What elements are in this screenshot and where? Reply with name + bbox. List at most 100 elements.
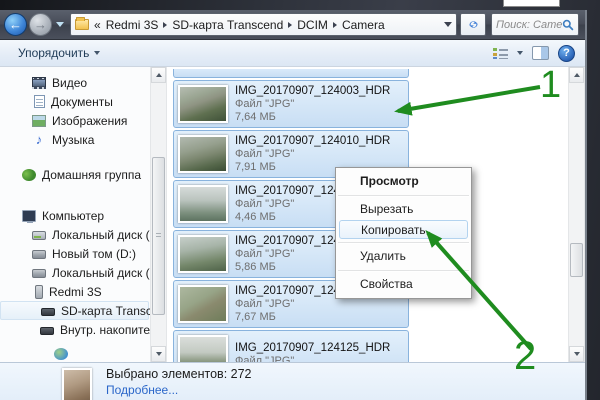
- file-tile[interactable]: IMG_20170907_124125_HDR Файл "JPG": [173, 330, 409, 362]
- navigation-pane: Видео Документы Изображения ♪ Музыка: [0, 67, 150, 362]
- address-dropdown-icon[interactable]: [444, 22, 452, 27]
- menu-separator: [338, 270, 469, 271]
- breadcrumb-item-device[interactable]: Redmi 3S: [106, 18, 159, 32]
- sidebar-item-internal-storage[interactable]: Внутр. накопитель: [0, 320, 150, 339]
- sidebar-spacer: [0, 149, 150, 165]
- sidebar-label: Изображения: [52, 114, 127, 128]
- file-type: Файл "JPG": [235, 298, 390, 310]
- chevron-down-icon: [94, 51, 100, 55]
- file-size: 7,67 МБ: [235, 311, 390, 323]
- breadcrumb[interactable]: « Redmi 3S SD-карта Transcend DCIM Camer…: [70, 13, 457, 36]
- sidebar-label: SD-карта Transcend: [61, 304, 150, 318]
- photo: [64, 370, 90, 400]
- sidebar-label: Документы: [51, 95, 113, 109]
- views-dropdown-icon[interactable]: [517, 51, 523, 55]
- chevron-right-icon[interactable]: [163, 22, 167, 28]
- sidebar-item-computer[interactable]: Компьютер: [0, 206, 150, 225]
- sidebar-item-disk-c[interactable]: Локальный диск (C:): [0, 225, 150, 244]
- scroll-up-button[interactable]: [151, 67, 166, 83]
- desktop-background: ← → « Redmi 3S SD-карта Transcend DCIM C…: [0, 0, 600, 400]
- scroll-down-button[interactable]: [569, 346, 584, 362]
- forward-arrow-icon: →: [34, 17, 47, 32]
- file-type: Файл "JPG": [235, 98, 390, 110]
- sidebar-scrollbar[interactable]: [150, 67, 167, 362]
- menu-item-view[interactable]: Просмотр: [336, 171, 471, 192]
- sidebar-item-music[interactable]: ♪ Музыка: [0, 130, 150, 149]
- refresh-button[interactable]: [460, 13, 486, 36]
- status-bar: Выбрано элементов: 272 Подробнее...: [0, 362, 585, 400]
- preview-pane-button[interactable]: [532, 46, 549, 60]
- help-button[interactable]: ?: [558, 45, 575, 62]
- scroll-up-button[interactable]: [569, 67, 584, 83]
- file-type: Файл "JPG": [235, 148, 390, 160]
- status-text-block: Выбрано элементов: 272 Подробнее...: [106, 367, 252, 397]
- photo-thumbnail: [178, 335, 228, 362]
- selected-count-text: Выбрано элементов: 272: [106, 367, 252, 381]
- scrollbar-thumb[interactable]: [570, 243, 583, 277]
- search-input[interactable]: [496, 19, 562, 31]
- phone-icon: [35, 285, 43, 299]
- breadcrumb-item-sdcard[interactable]: SD-карта Transcend: [172, 18, 283, 32]
- menu-item-copy[interactable]: Копировать: [339, 220, 468, 239]
- computer-icon: [22, 210, 36, 222]
- sidebar-label: Компьютер: [42, 209, 104, 223]
- file-meta: IMG_20170907_124125_HDR Файл "JPG": [235, 342, 390, 363]
- file-tile[interactable]: IMG_20170907_124003_HDR Файл "JPG" 7,64 …: [173, 80, 409, 128]
- file-name: IMG_20170907_124125_HDR: [235, 342, 390, 354]
- sidebar-item-sdcard[interactable]: SD-карта Transcend: [0, 301, 149, 320]
- toolbar-right-group: ?: [493, 45, 575, 62]
- network-icon: [54, 348, 68, 360]
- triangle-down-icon: [574, 352, 580, 356]
- file-tile-partial[interactable]: [173, 69, 409, 78]
- menu-separator: [338, 242, 469, 243]
- sidebar-item-pictures[interactable]: Изображения: [0, 111, 150, 130]
- background-window-fragment: [503, 0, 560, 7]
- context-menu: Просмотр Вырезать Копировать Удалить Сво…: [335, 167, 472, 299]
- scrollbar-track[interactable]: [151, 83, 166, 346]
- chevron-right-icon[interactable]: [333, 22, 337, 28]
- search-box[interactable]: [491, 13, 579, 36]
- document-icon: [34, 95, 45, 108]
- sidebar-item-redmi[interactable]: Redmi 3S: [0, 282, 150, 301]
- drive-icon: [32, 250, 46, 259]
- file-name: IMG_20170907_124010_HDR: [235, 135, 390, 147]
- details-link[interactable]: Подробнее...: [106, 383, 252, 397]
- change-view-button[interactable]: [493, 47, 508, 59]
- chevron-right-icon[interactable]: [288, 22, 292, 28]
- breadcrumb-item-camera[interactable]: Camera: [342, 18, 385, 32]
- explorer-window: ← → « Redmi 3S SD-карта Transcend DCIM C…: [0, 10, 587, 400]
- file-meta: IMG_20170907_124003_HDR Файл "JPG" 7,64 …: [235, 85, 390, 123]
- sidebar-label: Внутр. накопитель: [60, 323, 150, 337]
- film-icon: [32, 77, 46, 89]
- menu-item-delete[interactable]: Удалить: [336, 246, 471, 267]
- sidebar-item-documents[interactable]: Документы: [0, 92, 150, 111]
- sidebar-item-video[interactable]: Видео: [0, 73, 150, 92]
- filelist-scrollbar[interactable]: [568, 67, 585, 362]
- file-name: IMG_20170907_124003_HDR: [235, 85, 390, 97]
- sidebar-label: Локальный диск (C:): [52, 228, 150, 242]
- picture-icon: [32, 115, 46, 127]
- triangle-up-icon: [574, 73, 580, 77]
- breadcrumb-item-dcim[interactable]: DCIM: [297, 18, 328, 32]
- menu-item-cut[interactable]: Вырезать: [336, 199, 471, 220]
- back-button[interactable]: ←: [4, 13, 27, 36]
- sidebar-label: Видео: [52, 76, 87, 90]
- sd-card-drive-icon: [41, 308, 55, 316]
- scrollbar-thumb[interactable]: [152, 157, 165, 315]
- back-arrow-icon: ←: [9, 17, 22, 32]
- sidebar-item-disk-z[interactable]: Локальный диск (Z:): [0, 263, 150, 282]
- command-bar: Упорядочить ?: [0, 40, 585, 67]
- scroll-down-button[interactable]: [151, 346, 166, 362]
- menu-item-properties[interactable]: Свойства: [336, 274, 471, 295]
- photo-thumbnail: [178, 135, 228, 173]
- recent-pages-dropdown-icon[interactable]: [56, 22, 64, 27]
- sidebar-label: Redmi 3S: [49, 285, 102, 299]
- organize-button[interactable]: Упорядочить: [10, 43, 108, 63]
- sidebar-item-disk-d[interactable]: Новый том (D:): [0, 244, 150, 263]
- breadcrumb-overflow-chevron[interactable]: «: [94, 18, 101, 32]
- forward-button[interactable]: →: [29, 13, 52, 36]
- sidebar-label: Музыка: [52, 133, 94, 147]
- sidebar-item-homegroup[interactable]: Домашняя группа: [0, 165, 150, 184]
- photo-thumbnail: [178, 85, 228, 123]
- scrollbar-track[interactable]: [569, 83, 584, 346]
